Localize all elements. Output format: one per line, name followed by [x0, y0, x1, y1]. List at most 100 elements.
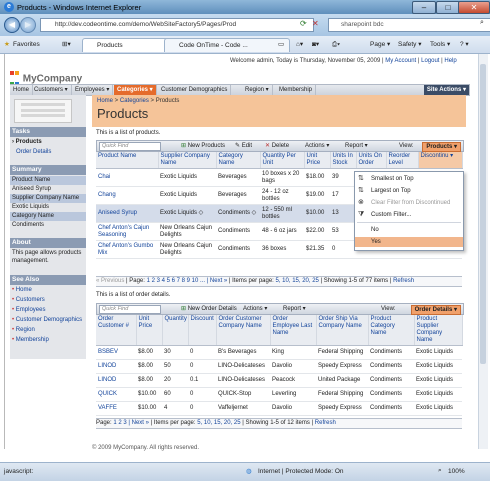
table-row[interactable]: BSBEV $8.00 30 0 B's Beverages King Federal Sh… [96, 345, 462, 360]
new-tab-icon[interactable]: ▭ [278, 39, 284, 50]
menu-region[interactable]: Region ▾ [242, 85, 273, 95]
previous-link[interactable]: « Previous [96, 278, 124, 284]
close-button[interactable]: ✕ [458, 1, 490, 14]
page-links[interactable]: 1 2 3 [113, 420, 126, 426]
menu-item-largest-on-top[interactable]: ⇅ Largest on Top [355, 186, 463, 196]
table-row[interactable]: QUICK $10.00 60 0 QUICK-Stop Leverling Federal… [96, 387, 462, 402]
my-account-link[interactable]: My Account [385, 58, 416, 64]
col-header[interactable]: Unit Price [136, 315, 163, 346]
task-order-details[interactable]: Order Details [10, 148, 86, 157]
col-header[interactable]: Category Name [216, 152, 261, 169]
seealso-membership[interactable]: • Membership [10, 336, 86, 345]
table-row[interactable]: LINOD $8.00 50 0 LINO-Delicateses Davolio Spee… [96, 359, 462, 374]
page-scrollbar[interactable] [478, 54, 488, 449]
search-field[interactable]: sharepoint bdc [328, 18, 490, 32]
menu-membership[interactable]: Membership [276, 85, 317, 95]
cell[interactable]: Chef Anton's Gumbo Mix [96, 240, 158, 259]
products-view-selector[interactable]: Products ▾ [422, 142, 461, 152]
page-size-links[interactable]: 5, 10, 15, 20, 25 [276, 278, 319, 284]
help-menu[interactable]: ? ▾ [460, 39, 469, 50]
orders-report-menu[interactable]: Report ▾ [283, 304, 306, 314]
site-actions-button[interactable]: Site Actions ▾ [423, 85, 470, 95]
refresh-link[interactable]: Refresh [315, 420, 336, 426]
task-products[interactable]: › Products [10, 138, 86, 147]
menu-item-custom-filter[interactable]: ⧩ Custom Filter... [355, 210, 463, 220]
orders-quick-find[interactable]: Quick Find [99, 305, 161, 314]
edit-button[interactable]: ✎ Edit [235, 141, 252, 151]
menu-item-no[interactable]: No [355, 225, 463, 235]
menu-home[interactable]: Home [10, 85, 34, 95]
maximize-button[interactable]: □ [436, 1, 460, 14]
delete-button[interactable]: ✕ Delete [265, 141, 289, 151]
home-icon[interactable]: ⌂▾ [296, 39, 303, 50]
breadcrumb-home[interactable]: Home [97, 98, 113, 104]
page-size-links[interactable]: 5, 10, 15, 20, 25 [197, 420, 240, 426]
tab-codeontime[interactable]: Code OnTime - Code ... [164, 38, 290, 52]
seealso-home[interactable]: • Home [10, 286, 86, 295]
seealso-region[interactable]: • Region [10, 326, 86, 335]
cell[interactable]: Chai [96, 168, 158, 187]
col-header[interactable]: Order Customer # [96, 315, 137, 346]
seealso-customer-demographics[interactable]: • Customer Demographics [10, 316, 86, 325]
col-header[interactable]: Unit Price [304, 152, 331, 169]
stop-icon[interactable]: ✕ [312, 19, 319, 28]
next-link[interactable]: | Next » [128, 420, 149, 426]
favorites-star-icon[interactable]: ★ [4, 39, 10, 50]
col-header[interactable]: Order Employee Last Name [270, 315, 317, 346]
zoom-level[interactable]: 100% [448, 468, 465, 475]
search-icon[interactable]: ⌕ [480, 19, 484, 27]
quick-tabs-icon[interactable]: ⊞▾ [62, 39, 71, 50]
refresh-link[interactable]: Refresh [393, 278, 414, 284]
orders-actions-menu[interactable]: Actions ▾ [243, 304, 267, 314]
forward-icon[interactable]: ▶ [20, 17, 36, 33]
menu-item-clear-filter[interactable]: ⊗ Clear Filter from Discontinued [355, 198, 463, 208]
orders-view-selector[interactable]: Order Details ▾ [410, 305, 461, 315]
page-menu[interactable]: Page ▾ [370, 39, 390, 50]
new-order-details-button[interactable]: ⊞ New Order Details [181, 304, 237, 314]
security-zone[interactable]: Internet | Protected Mode: On [258, 468, 344, 475]
cell[interactable]: VAFFE [96, 401, 136, 416]
tab-products[interactable]: Products [82, 38, 176, 52]
menu-item-smallest-on-top[interactable]: ⇅ Smallest on Top [355, 174, 463, 184]
next-link[interactable]: | Next » [207, 278, 228, 284]
col-header[interactable]: Quantity Per Unit [260, 152, 305, 169]
tools-menu[interactable]: Tools ▾ [430, 39, 450, 50]
col-header[interactable]: Order Customer Company Name [216, 315, 271, 346]
report-menu[interactable]: Report ▾ [345, 141, 368, 151]
seealso-customers[interactable]: • Customers [10, 296, 86, 305]
cell[interactable]: LINOD [96, 359, 136, 374]
table-row[interactable]: VAFFE $10.00 4 0 Vaffeljernet Davolio Speedy E… [96, 401, 462, 416]
menu-categories[interactable]: Categories ▾ [114, 85, 157, 95]
favorites-button[interactable]: Favorites [13, 39, 40, 50]
actions-menu[interactable]: Actions ▾ [305, 141, 329, 151]
col-header[interactable]: Reorder Level [386, 152, 419, 169]
url-field[interactable]: http://dev.codeontime.com/demo/WebSiteFa… [40, 18, 314, 32]
col-header[interactable]: Order Ship Via Company Name [316, 315, 369, 346]
menu-employees[interactable]: Employees ▾ [72, 85, 114, 95]
minimize-button[interactable]: – [412, 1, 436, 14]
col-header[interactable]: Product Supplier Company Name [414, 315, 463, 346]
print-icon[interactable]: ⎙▾ [332, 39, 340, 50]
back-icon[interactable]: ◀ [4, 17, 20, 33]
page-links[interactable]: 1 2 3 4 5 6 7 8 9 10 ... [147, 278, 205, 284]
cell[interactable]: LINOD [96, 373, 136, 388]
cell[interactable]: Chang [96, 186, 158, 205]
refresh-icon[interactable]: ⟳ [300, 19, 307, 28]
menu-item-yes[interactable]: Yes [355, 237, 463, 247]
col-header[interactable]: Discount [188, 315, 217, 346]
scroll-thumb[interactable] [480, 64, 486, 364]
col-header[interactable]: Product Category Name [368, 315, 415, 346]
seealso-employees[interactable]: • Employees [10, 306, 86, 315]
table-row[interactable]: LINOD $8.00 20 0.1 LINO-Delicateses Peacock Un… [96, 373, 462, 388]
col-header-discontinued[interactable]: Discontinu ▾ [418, 152, 463, 169]
new-products-button[interactable]: ⊞ New Products [181, 141, 225, 151]
cell[interactable]: QUICK [96, 387, 136, 402]
col-header[interactable]: Quantity [162, 315, 189, 346]
products-quick-find[interactable]: Quick Find [99, 142, 161, 151]
col-header[interactable]: Units On Order [356, 152, 387, 169]
zoom-icon[interactable]: ⌕ [438, 467, 442, 475]
menu-customers[interactable]: Customers ▾ [31, 85, 72, 95]
help-link[interactable]: Help [444, 58, 456, 64]
menu-customer-demographics[interactable]: Customer Demographics [158, 85, 232, 95]
breadcrumb-categories[interactable]: Categories [120, 98, 149, 104]
